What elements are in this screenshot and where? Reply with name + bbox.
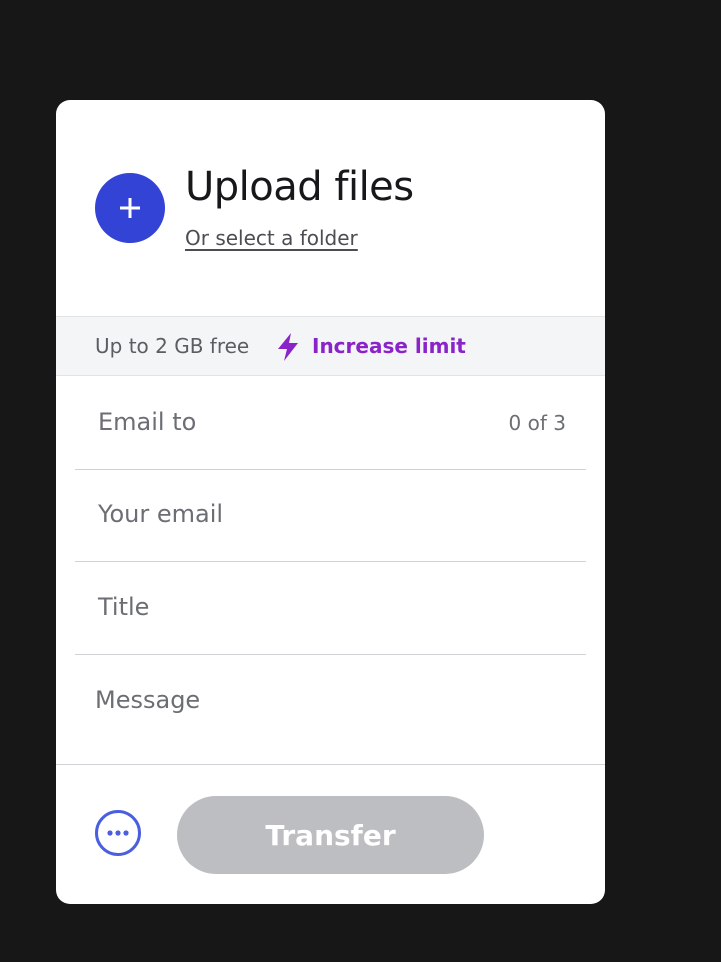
- your-email-placeholder: Your email: [98, 500, 224, 528]
- lightning-bolt-icon: [278, 333, 298, 361]
- transfer-button[interactable]: Transfer: [177, 796, 484, 874]
- your-email-field[interactable]: Your email: [75, 470, 586, 562]
- title-placeholder: Title: [98, 593, 150, 621]
- email-to-placeholder: Email to: [98, 408, 197, 436]
- upload-title: Upload files: [185, 164, 414, 210]
- title-field[interactable]: Title: [75, 563, 586, 655]
- plus-icon: [120, 198, 140, 218]
- more-options-button[interactable]: [95, 810, 141, 856]
- recipient-counter: 0 of 3: [508, 411, 566, 435]
- more-options-icon: [107, 830, 129, 836]
- message-field[interactable]: Message: [56, 655, 605, 765]
- add-files-button[interactable]: [95, 173, 165, 243]
- upload-area[interactable]: Upload files Or select a folder: [56, 100, 605, 316]
- limit-text: Up to 2 GB free: [95, 334, 250, 358]
- select-folder-link[interactable]: Or select a folder: [185, 226, 358, 250]
- transfer-panel: Upload files Or select a folder Up to 2 …: [56, 100, 605, 904]
- email-to-field[interactable]: Email to 0 of 3: [75, 378, 586, 470]
- message-placeholder: Message: [95, 686, 201, 714]
- increase-limit-link[interactable]: Increase limit: [312, 334, 466, 358]
- limit-bar: Up to 2 GB free Increase limit: [56, 316, 605, 376]
